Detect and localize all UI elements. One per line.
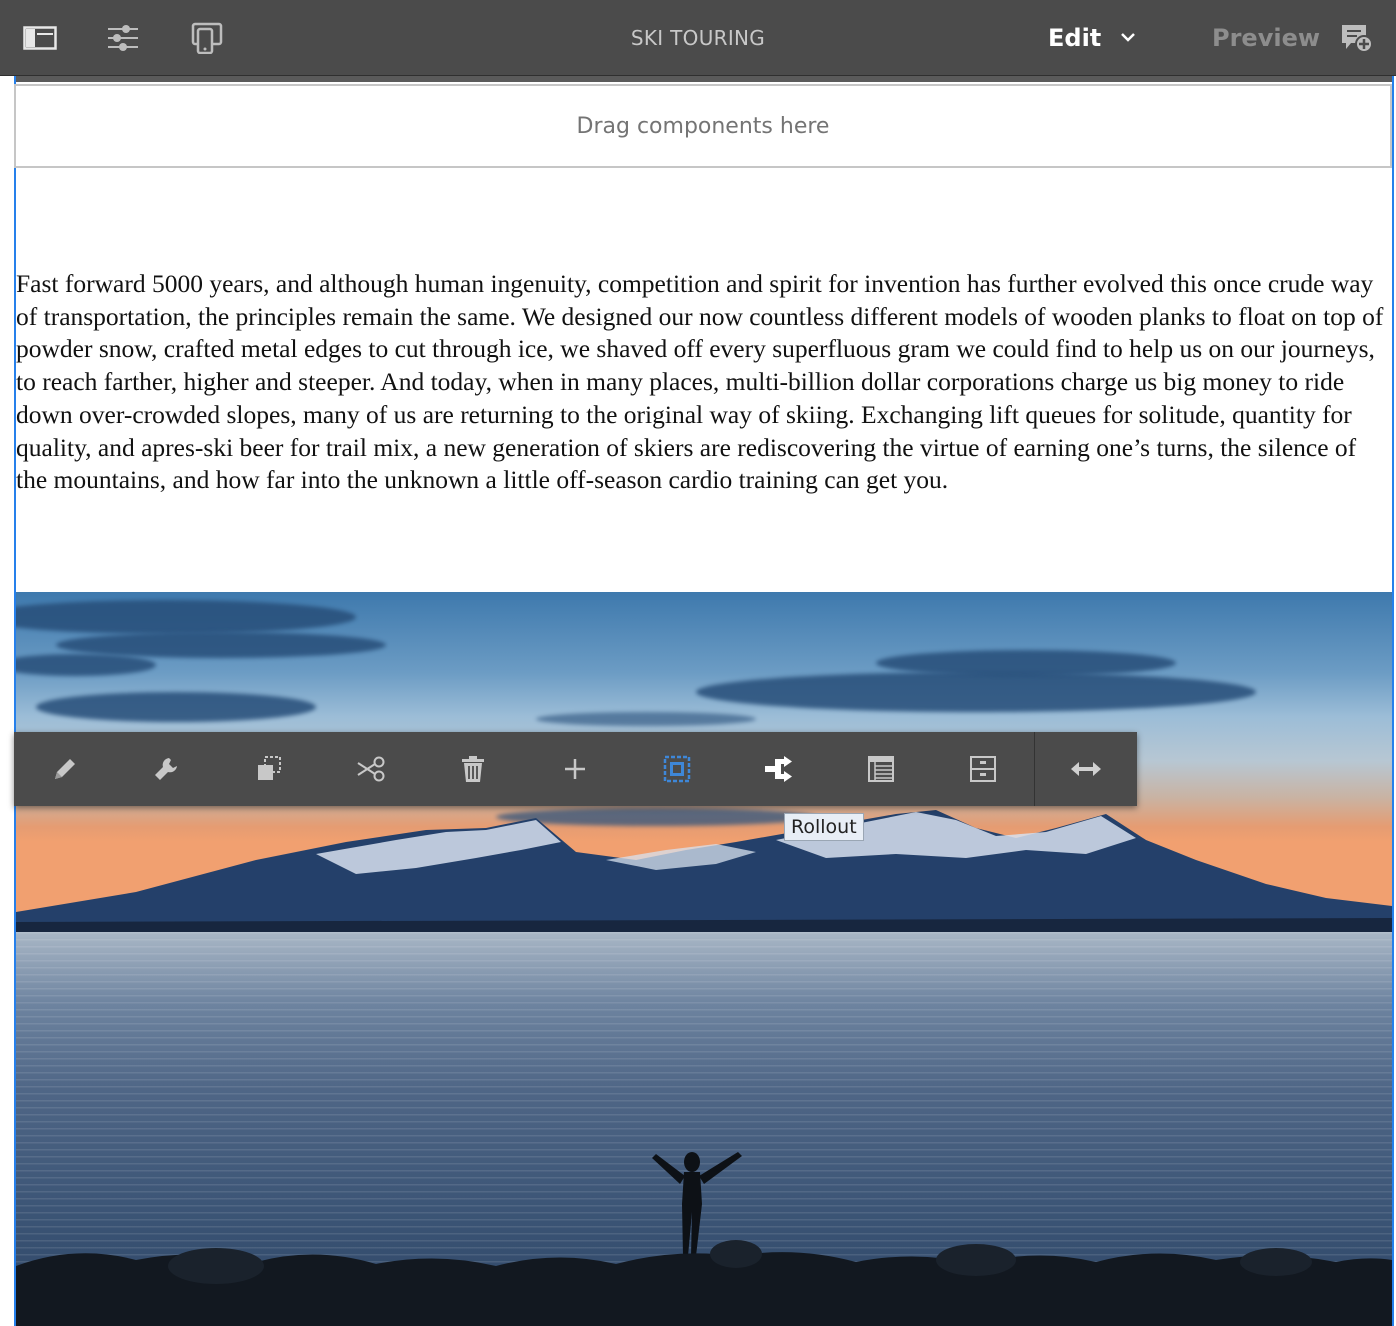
configure-icon[interactable]: [116, 732, 218, 806]
foreground-rocks: [16, 1240, 1392, 1326]
parent-icon[interactable]: [626, 732, 728, 806]
insert-icon[interactable]: [524, 732, 626, 806]
top-header-bar: SKI TOURING Edit Preview: [0, 0, 1396, 76]
preview-button[interactable]: Preview: [1212, 24, 1320, 52]
group-icon[interactable]: [932, 732, 1034, 806]
resize-icon[interactable]: [1035, 732, 1137, 806]
rollout-tooltip: Rollout: [784, 813, 864, 841]
delete-icon[interactable]: [422, 732, 524, 806]
layout-icon[interactable]: [830, 732, 932, 806]
article-text[interactable]: Fast forward 5000 years, and although hu…: [16, 268, 1390, 497]
component-toolbar: [14, 732, 1137, 806]
emulator-icon[interactable]: [189, 20, 225, 56]
person-silhouette: [652, 1152, 742, 1256]
drop-zone[interactable]: Drag components here: [14, 84, 1392, 168]
copy-icon[interactable]: [218, 732, 320, 806]
annotate-icon[interactable]: [1338, 20, 1374, 56]
hero-image[interactable]: [16, 592, 1392, 1326]
rollout-icon[interactable]: [728, 732, 830, 806]
mode-selector[interactable]: Edit: [1048, 24, 1101, 52]
page-properties-icon[interactable]: [105, 20, 141, 56]
side-panel-icon[interactable]: [22, 20, 58, 56]
edit-icon[interactable]: [14, 732, 116, 806]
cut-icon[interactable]: [320, 732, 422, 806]
chevron-down-icon[interactable]: [1116, 26, 1140, 50]
